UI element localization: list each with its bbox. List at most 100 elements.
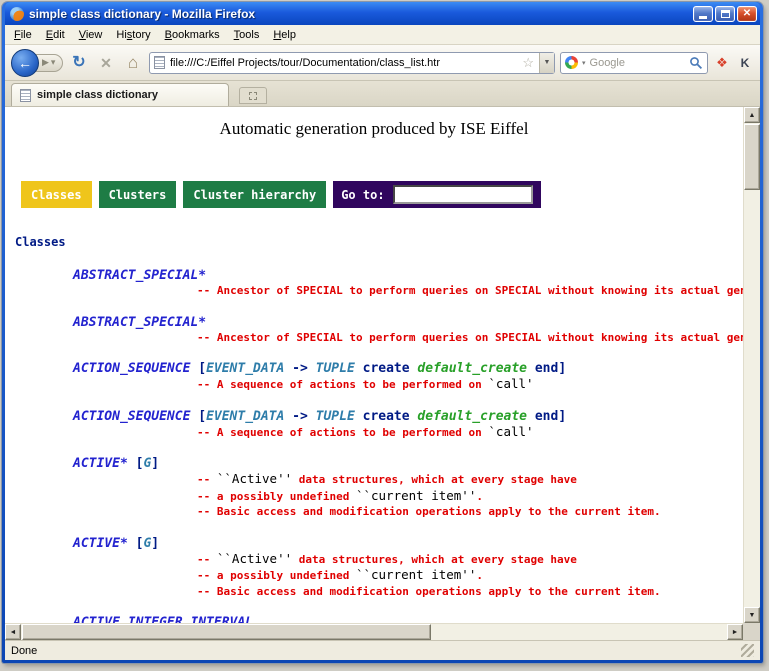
code-literal: `call': [488, 376, 533, 391]
comment-text: data structures, which at every stage ha…: [292, 553, 577, 566]
window-body: FileEditViewHistoryBookmarksToolsHelp ← …: [5, 25, 760, 660]
class-ref-link[interactable]: TUPLE: [316, 409, 355, 424]
class-entries: ABSTRACT_SPECIAL*-- Ancestor of SPECIAL …: [5, 268, 743, 623]
resize-grip[interactable]: [741, 644, 754, 657]
class-entry: ABSTRACT_SPECIAL*-- Ancestor of SPECIAL …: [73, 315, 743, 346]
firefox-icon: [10, 7, 24, 21]
status-bar: Done: [5, 640, 760, 660]
page-button-classes[interactable]: Classes: [21, 181, 92, 208]
menu-item-help[interactable]: Help: [266, 26, 303, 44]
vertical-scroll-track[interactable]: [744, 123, 760, 607]
scroll-down-button[interactable]: ▼: [744, 607, 760, 623]
horizontal-scrollbar-row: ◄ ►: [5, 623, 760, 640]
feature-link[interactable]: default_create: [417, 361, 527, 376]
class-link[interactable]: ACTION_SEQUENCE: [73, 361, 190, 376]
class-link[interactable]: ACTIVE*: [73, 536, 128, 551]
scroll-left-button[interactable]: ◄: [5, 624, 21, 640]
class-entry-comment: -- Basic access and modification operati…: [197, 584, 743, 600]
class-entry-comment: -- a possibly undefined ``current item''…: [197, 567, 743, 584]
maximize-button[interactable]: [715, 6, 735, 22]
back-button[interactable]: ←: [11, 49, 39, 77]
forward-dropdown-icon: ▾: [51, 57, 56, 68]
page-nav-buttons: Classes ClustersCluster hierarchy: [21, 181, 326, 208]
horizontal-scrollbar[interactable]: ◄ ►: [5, 623, 743, 640]
menu-item-edit[interactable]: Edit: [39, 26, 72, 44]
class-ref-link[interactable]: EVENT_DATA: [206, 361, 284, 376]
search-magnifier-icon[interactable]: [689, 56, 703, 70]
class-link[interactable]: ACTIVE_INTEGER_INTERVAL: [73, 615, 253, 623]
new-tab-icon: [249, 92, 257, 100]
comment-text: data structures, which at every stage ha…: [292, 473, 577, 486]
address-bar[interactable]: file:///C:/Eiffel Projects/tour/Document…: [149, 52, 555, 74]
close-button[interactable]: ✕: [737, 6, 757, 22]
vertical-scrollbar[interactable]: ▲ ▼: [743, 107, 760, 623]
new-tab-button[interactable]: [239, 87, 267, 104]
menu-item-history[interactable]: History: [109, 26, 157, 44]
class-ref-link[interactable]: TUPLE: [316, 361, 355, 376]
minimize-button[interactable]: [693, 6, 713, 22]
vertical-scroll-thumb[interactable]: [744, 124, 760, 190]
comment-text: -- Ancestor of SPECIAL to perform querie…: [197, 331, 743, 344]
class-entry-comment: -- ``Active'' data structures, which at …: [197, 551, 743, 568]
section-title-classes: Classes: [15, 235, 743, 249]
search-engine-dropdown-icon[interactable]: ▾: [582, 59, 586, 67]
class-entry-comment: -- Ancestor of SPECIAL to perform querie…: [197, 330, 743, 346]
class-link[interactable]: ABSTRACT_SPECIAL*: [73, 315, 206, 330]
comment-text: -- Basic access and modification operati…: [197, 585, 661, 598]
comment-text: -- Basic access and modification operati…: [197, 505, 661, 518]
navigation-toolbar: ← ▶ ▾ ↻ ✕ ⌂ file:///C:/Eiffel Projects/t…: [5, 45, 760, 81]
class-entry-title: ACTIVE* [G]: [73, 536, 743, 551]
class-link[interactable]: ACTIVE*: [73, 456, 128, 471]
class-entry-comment: -- A sequence of actions to be performed…: [197, 424, 743, 441]
class-ref-link[interactable]: EVENT_DATA: [206, 409, 284, 424]
menu-item-view[interactable]: View: [72, 26, 110, 44]
maximize-icon: [721, 10, 730, 18]
class-entry-title: ABSTRACT_SPECIAL*: [73, 268, 743, 283]
class-entry: ABSTRACT_SPECIAL*-- Ancestor of SPECIAL …: [73, 268, 743, 299]
class-link[interactable]: ACTION_SEQUENCE: [73, 409, 190, 424]
addon-icon-k[interactable]: K: [736, 56, 754, 70]
status-text: Done: [11, 645, 741, 657]
class-entry-comment: -- A sequence of actions to be performed…: [197, 376, 743, 393]
horizontal-scroll-track[interactable]: [21, 624, 727, 640]
search-box[interactable]: ▾ Google: [560, 52, 708, 74]
feature-link[interactable]: default_create: [417, 409, 527, 424]
comment-text: -- A sequence of actions to be performed…: [197, 426, 488, 439]
scroll-up-button[interactable]: ▲: [744, 107, 760, 123]
class-entry-comment: -- a possibly undefined ``current item''…: [197, 488, 743, 505]
reload-button[interactable]: ↻: [68, 55, 90, 71]
scroll-right-button[interactable]: ►: [727, 624, 743, 640]
page-button-clusters[interactable]: Clusters: [99, 181, 177, 208]
comment-text: --: [197, 473, 217, 486]
horizontal-scroll-thumb[interactable]: [22, 624, 431, 640]
addon-icon-red[interactable]: ❖: [713, 55, 731, 71]
punctuation: [: [128, 456, 144, 471]
code-literal: ``Active'': [217, 551, 292, 566]
window-title: simple class dictionary - Mozilla Firefo…: [29, 7, 688, 21]
address-dropdown-button[interactable]: ▼: [539, 53, 554, 73]
punctuation: ]: [151, 456, 159, 471]
page-toolbar: ClassesClustersCluster hierarchy Go to:: [21, 181, 743, 208]
punctuation: ->: [284, 409, 315, 424]
code-literal: `call': [488, 424, 533, 439]
tab-bar: simple class dictionary: [5, 81, 760, 107]
goto-input[interactable]: [393, 185, 533, 204]
search-input[interactable]: Google: [590, 57, 685, 69]
punctuation: ]: [151, 536, 159, 551]
bookmark-star-icon[interactable]: ☆: [522, 55, 534, 71]
menu-item-bookmarks[interactable]: Bookmarks: [158, 26, 227, 44]
menu-item-tools[interactable]: Tools: [227, 26, 267, 44]
stop-button[interactable]: ✕: [95, 56, 117, 70]
class-link[interactable]: ABSTRACT_SPECIAL*: [73, 268, 206, 283]
forward-icon: ▶: [42, 57, 49, 68]
page-button-cluster-hierarchy[interactable]: Cluster hierarchy: [183, 181, 326, 208]
tab-simple-class-dictionary[interactable]: simple class dictionary: [11, 83, 229, 106]
menu-bar: FileEditViewHistoryBookmarksToolsHelp: [5, 25, 760, 45]
class-entry-title: ABSTRACT_SPECIAL*: [73, 315, 743, 330]
home-button[interactable]: ⌂: [122, 54, 144, 71]
title-bar: simple class dictionary - Mozilla Firefo…: [5, 2, 760, 25]
comment-text: .: [476, 569, 483, 582]
class-entry-title: ACTION_SEQUENCE [EVENT_DATA -> TUPLE cre…: [73, 361, 743, 376]
address-url[interactable]: file:///C:/Eiffel Projects/tour/Document…: [170, 57, 517, 69]
menu-item-file[interactable]: File: [7, 26, 39, 44]
